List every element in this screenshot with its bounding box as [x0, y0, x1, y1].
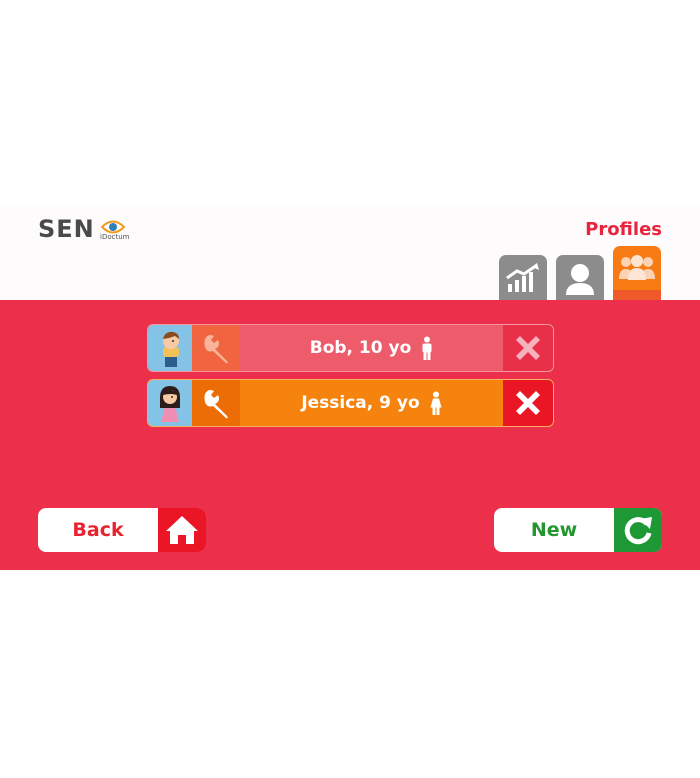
tab-statistics[interactable] — [499, 255, 547, 300]
chart-icon — [506, 262, 539, 292]
profile-row[interactable]: Bob, 10 yo — [147, 324, 554, 372]
delete-profile-button[interactable] — [503, 380, 553, 426]
page-title: Profiles — [585, 219, 662, 240]
edit-profile-button[interactable] — [192, 380, 240, 426]
tab-profiles[interactable] — [613, 246, 661, 300]
back-button[interactable]: Back — [38, 508, 206, 552]
wrench-icon — [204, 390, 228, 419]
new-button-label: New — [530, 519, 578, 541]
close-icon — [516, 336, 540, 360]
wrench-icon — [204, 335, 228, 364]
profile-label: Jessica, 9 yo — [240, 380, 503, 426]
logo-subtitle: iDoctum — [100, 233, 130, 241]
logo-text: SEN — [38, 215, 95, 243]
new-profile-button[interactable]: New — [494, 508, 662, 552]
group-icon — [619, 255, 655, 280]
profile-row[interactable]: Jessica, 9 yo — [147, 379, 554, 427]
girl-icon — [430, 391, 442, 415]
delete-profile-button[interactable] — [503, 325, 553, 371]
tab-user[interactable] — [556, 255, 604, 300]
edit-profile-button[interactable] — [192, 325, 240, 371]
home-icon — [158, 508, 206, 552]
tab-active-indicator — [613, 290, 661, 300]
profile-name-age: Bob, 10 yo — [309, 338, 412, 358]
back-button-label: Back — [72, 519, 124, 541]
profile-name-age: Jessica, 9 yo — [301, 393, 420, 413]
boy-icon — [422, 336, 432, 360]
user-icon — [566, 263, 594, 295]
girl-avatar-icon — [148, 380, 192, 426]
close-icon — [516, 391, 540, 415]
refresh-icon — [614, 508, 662, 552]
boy-avatar-icon — [148, 325, 192, 371]
profile-label: Bob, 10 yo — [240, 325, 503, 371]
